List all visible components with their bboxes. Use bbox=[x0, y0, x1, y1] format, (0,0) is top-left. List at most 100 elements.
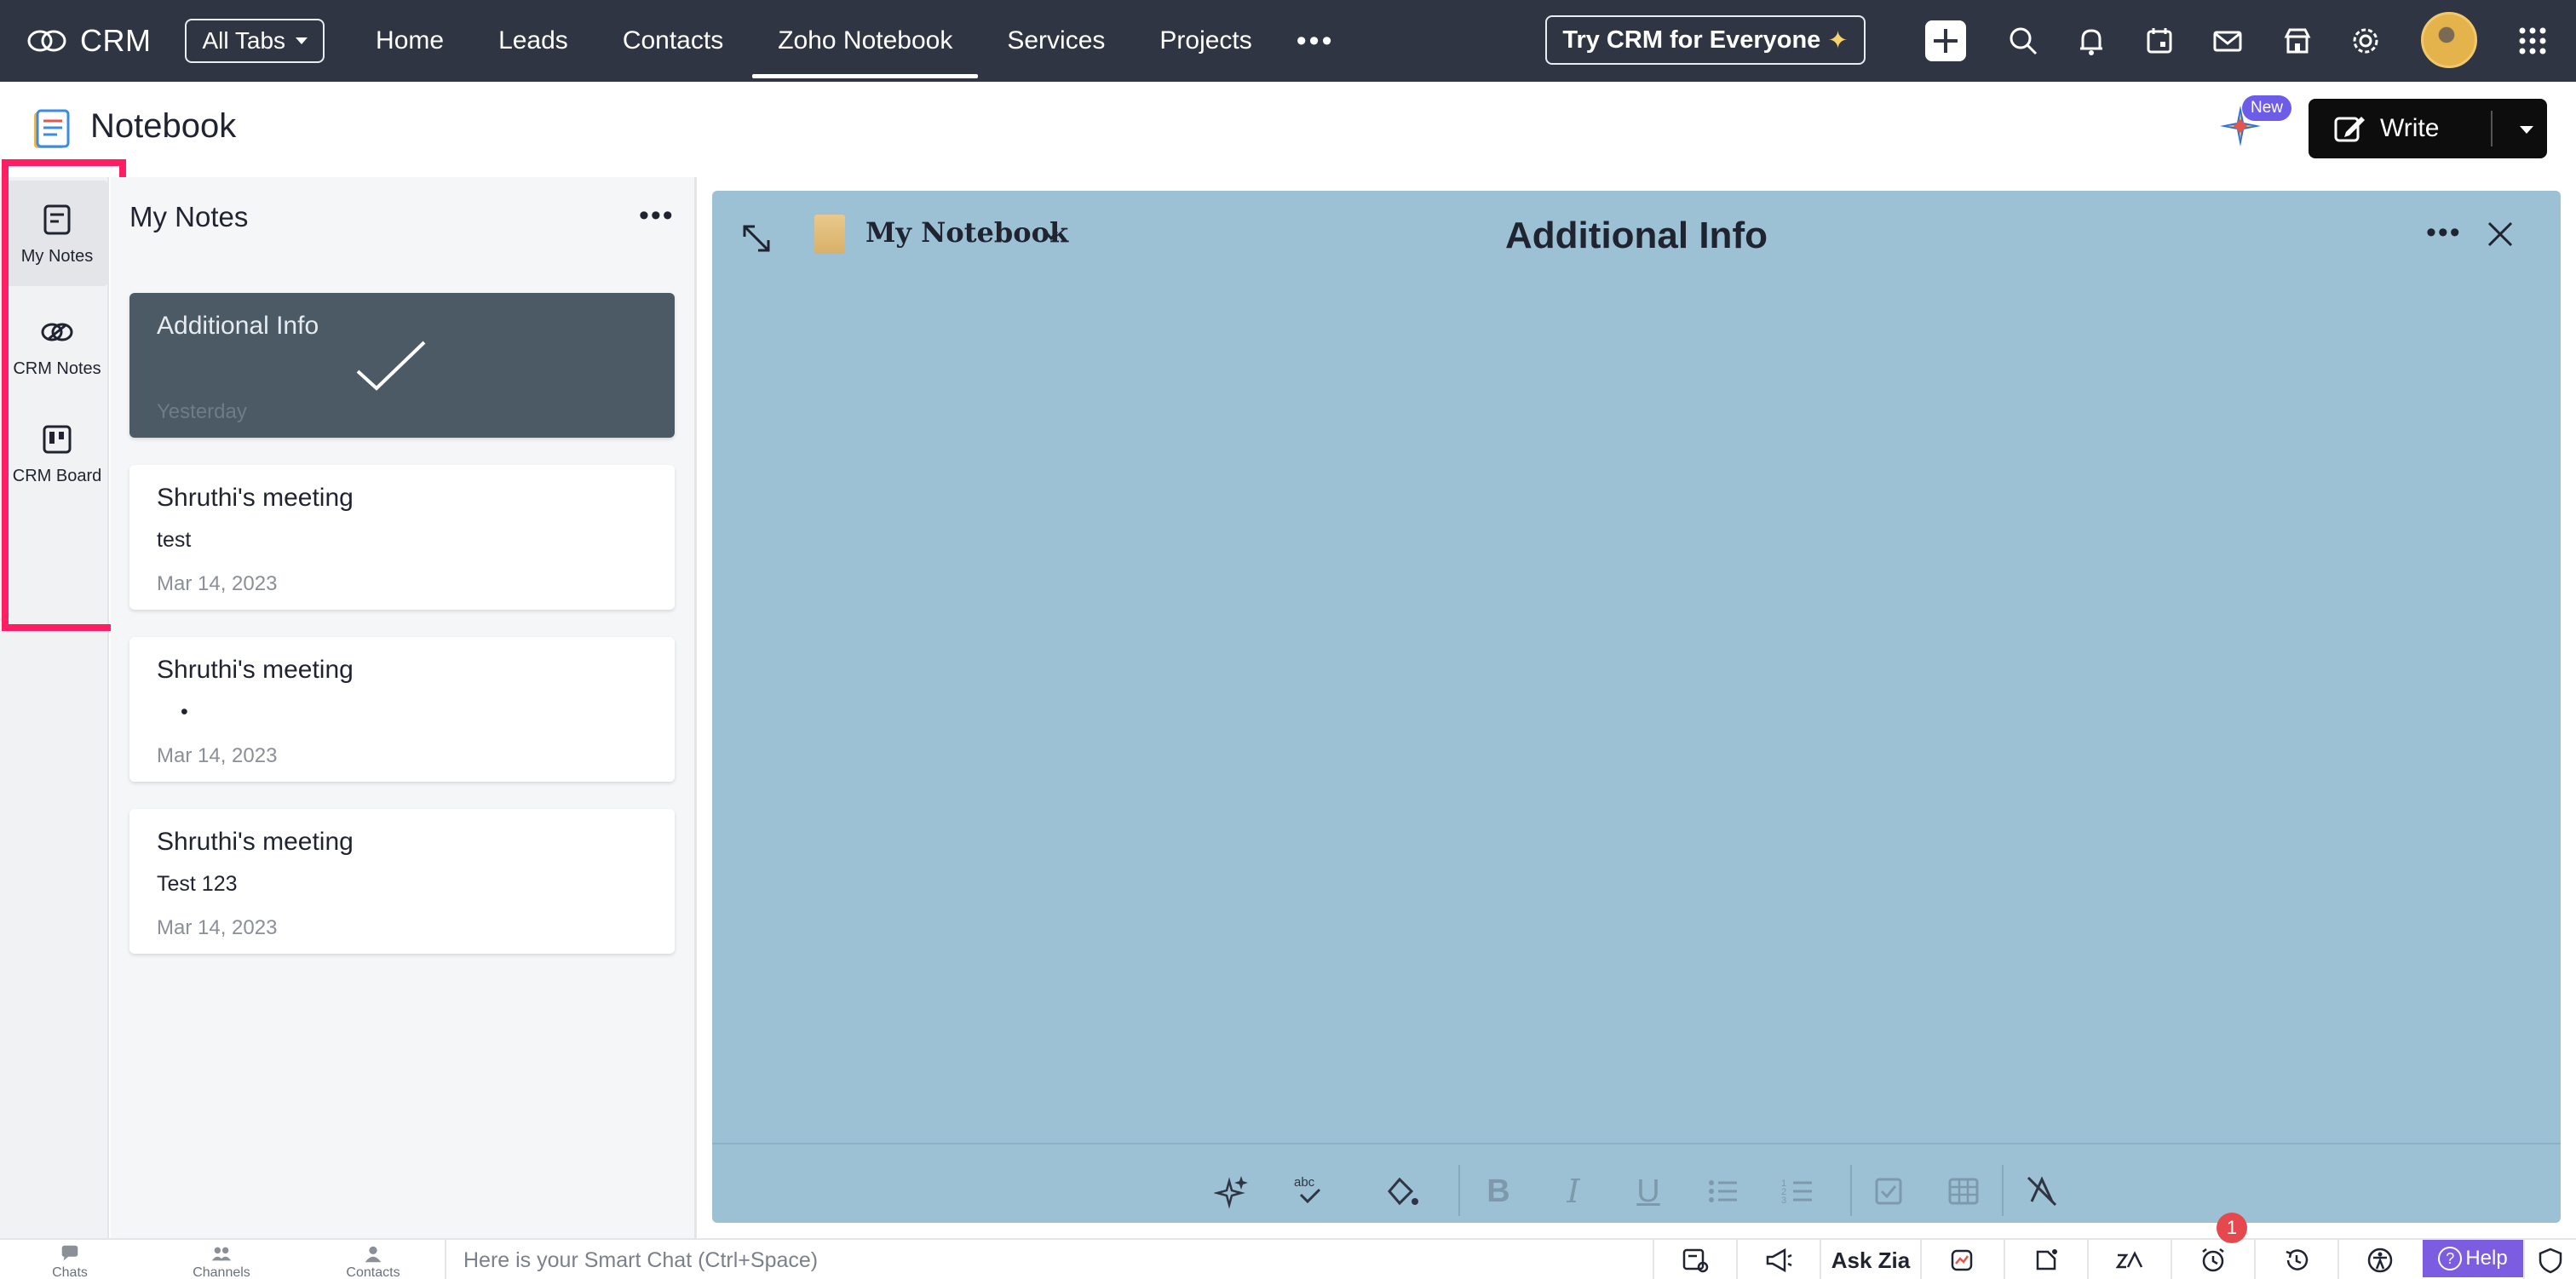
note-title: Shruthi's meeting bbox=[157, 484, 354, 512]
module-tabs: Home Leads Contacts Zoho Notebook Servic… bbox=[348, 0, 1351, 82]
list-more-button[interactable]: ••• bbox=[639, 201, 675, 230]
bold-button[interactable]: B bbox=[1477, 1170, 1520, 1213]
fill-color-icon bbox=[1388, 1177, 1418, 1206]
tab-home[interactable]: Home bbox=[348, 0, 471, 82]
zia-logo-button[interactable] bbox=[2087, 1240, 2171, 1279]
history-icon bbox=[2286, 1249, 2309, 1270]
insights-icon bbox=[1951, 1249, 1973, 1271]
avatar[interactable] bbox=[2421, 12, 2477, 68]
apps-grid-icon[interactable] bbox=[2515, 23, 2550, 59]
marketplace-icon[interactable] bbox=[2280, 23, 2315, 59]
all-tabs-dropdown[interactable]: All Tabs bbox=[185, 19, 325, 63]
italic-icon: I bbox=[1567, 1173, 1580, 1210]
zia-sparkle-button[interactable] bbox=[1211, 1170, 1254, 1213]
feedback-icon bbox=[1682, 1248, 1709, 1273]
zia-logo-icon bbox=[2115, 1251, 2143, 1269]
help-circle-icon: ? bbox=[2438, 1247, 2463, 1270]
mail-icon[interactable] bbox=[2210, 23, 2245, 59]
signals-button[interactable] bbox=[2004, 1240, 2087, 1279]
editor-more-button[interactable]: ••• bbox=[2426, 218, 2462, 247]
note-date: Mar 14, 2023 bbox=[157, 572, 278, 595]
bullet-list-button[interactable] bbox=[1702, 1170, 1745, 1213]
try-crm-button[interactable]: Try CRM for Everyone ✦ bbox=[1545, 15, 1866, 65]
note-title: Additional Info bbox=[157, 312, 319, 340]
note-card[interactable]: Additional Info Yesterday bbox=[129, 293, 675, 438]
top-nav: CRM All Tabs Home Leads Contacts Zoho No… bbox=[0, 0, 2576, 82]
check-icon bbox=[356, 341, 426, 391]
page-header: Notebook New Write bbox=[0, 82, 2576, 177]
recent-items-button[interactable] bbox=[2254, 1240, 2337, 1279]
reminder-count-badge: 1 bbox=[2217, 1213, 2247, 1243]
write-dropdown-caret[interactable] bbox=[2520, 126, 2533, 134]
contacts-label: Contacts bbox=[346, 1265, 400, 1279]
note-title: Shruthi's meeting bbox=[157, 656, 354, 684]
chats-label: Chats bbox=[52, 1265, 88, 1279]
reminders-button[interactable] bbox=[2171, 1240, 2254, 1279]
notes-list-pane: My Notes ••• Additional Info Yesterday S… bbox=[111, 177, 697, 1238]
quick-create-button[interactable] bbox=[1925, 20, 1966, 61]
sandbox-button[interactable] bbox=[2523, 1240, 2576, 1279]
close-icon[interactable] bbox=[2482, 216, 2518, 252]
channels-label: Channels bbox=[193, 1265, 250, 1279]
note-card[interactable]: Shruthi's meeting • Mar 14, 2023 bbox=[129, 637, 675, 782]
clear-format-button[interactable] bbox=[2021, 1170, 2063, 1213]
underline-button[interactable]: U bbox=[1627, 1170, 1670, 1213]
toolbar-separator bbox=[2002, 1165, 2004, 1216]
accessibility-button[interactable] bbox=[2337, 1240, 2421, 1279]
gear-icon[interactable] bbox=[2348, 23, 2383, 59]
ask-zia-button[interactable]: Ask Zia bbox=[1820, 1240, 1920, 1279]
tab-leads[interactable]: Leads bbox=[471, 0, 595, 82]
bell-icon[interactable] bbox=[2073, 23, 2109, 59]
alarm-clock-icon bbox=[2202, 1248, 2224, 1272]
crm-logo-icon bbox=[27, 30, 66, 52]
table-icon bbox=[1948, 1178, 1979, 1205]
fill-color-button[interactable] bbox=[1380, 1170, 1423, 1213]
all-tabs-label: All Tabs bbox=[202, 27, 286, 54]
note-editor[interactable]: My Notebook Additional Info ••• abc B I … bbox=[712, 191, 2561, 1223]
channels-button[interactable]: Channels bbox=[170, 1240, 273, 1279]
tab-services[interactable]: Services bbox=[980, 0, 1132, 82]
note-card[interactable]: Shruthi's meeting Test 123 Mar 14, 2023 bbox=[129, 809, 675, 954]
note-card[interactable]: Shruthi's meeting test Mar 14, 2023 bbox=[129, 465, 675, 610]
note-date: Mar 14, 2023 bbox=[157, 916, 278, 939]
write-button[interactable]: Write bbox=[2309, 99, 2547, 158]
more-tabs-button[interactable]: ••• bbox=[1279, 0, 1352, 82]
checklist-button[interactable] bbox=[1867, 1170, 1910, 1213]
announcements-button[interactable] bbox=[1736, 1240, 1820, 1279]
smart-chat-input[interactable]: Here is your Smart Chat (Ctrl+Space) bbox=[445, 1240, 1651, 1279]
tab-contacts[interactable]: Contacts bbox=[595, 0, 750, 82]
notebook-logo-icon bbox=[34, 109, 70, 148]
write-label: Write bbox=[2380, 114, 2440, 142]
note-date: Mar 14, 2023 bbox=[157, 744, 278, 767]
spell-text: abc bbox=[1294, 1175, 1315, 1190]
toolbar-separator bbox=[1850, 1165, 1852, 1216]
zia-insights-button[interactable] bbox=[1920, 1240, 2004, 1279]
search-icon[interactable] bbox=[2005, 23, 2041, 59]
help-label: Help bbox=[2465, 1247, 2508, 1270]
megaphone-icon bbox=[1766, 1247, 1792, 1273]
note-date: Yesterday bbox=[157, 400, 247, 423]
spellcheck-button[interactable]: abc bbox=[1288, 1170, 1331, 1213]
contact-person-icon bbox=[365, 1246, 382, 1263]
try-crm-label: Try CRM for Everyone bbox=[1562, 26, 1821, 54]
toolbar-separator bbox=[1458, 1165, 1460, 1216]
svg-text:3: 3 bbox=[1781, 1196, 1786, 1206]
bullet-list-icon bbox=[1709, 1180, 1737, 1202]
table-button[interactable] bbox=[1942, 1170, 1985, 1213]
help-button[interactable]: ? Help bbox=[2423, 1240, 2523, 1277]
chats-button[interactable]: Chats bbox=[19, 1240, 121, 1279]
note-snippet: test bbox=[157, 528, 192, 552]
tab-zoho-notebook[interactable]: Zoho Notebook bbox=[750, 0, 980, 82]
numbered-list-button[interactable]: 123 bbox=[1777, 1170, 1820, 1213]
numbered-list-icon: 123 bbox=[1781, 1179, 1812, 1206]
crm-logo[interactable]: CRM bbox=[26, 23, 151, 59]
feedback-button[interactable] bbox=[1653, 1240, 1736, 1279]
zia-sparkle-icon bbox=[1214, 1176, 1248, 1209]
calendar-icon[interactable] bbox=[2142, 23, 2177, 59]
note-title-heading[interactable]: Additional Info bbox=[712, 215, 2561, 257]
list-title: My Notes bbox=[129, 201, 249, 232]
italic-button[interactable]: I bbox=[1552, 1170, 1595, 1213]
page-title: Notebook bbox=[90, 107, 237, 145]
contacts-button[interactable]: Contacts bbox=[322, 1240, 424, 1279]
tab-projects[interactable]: Projects bbox=[1132, 0, 1279, 82]
